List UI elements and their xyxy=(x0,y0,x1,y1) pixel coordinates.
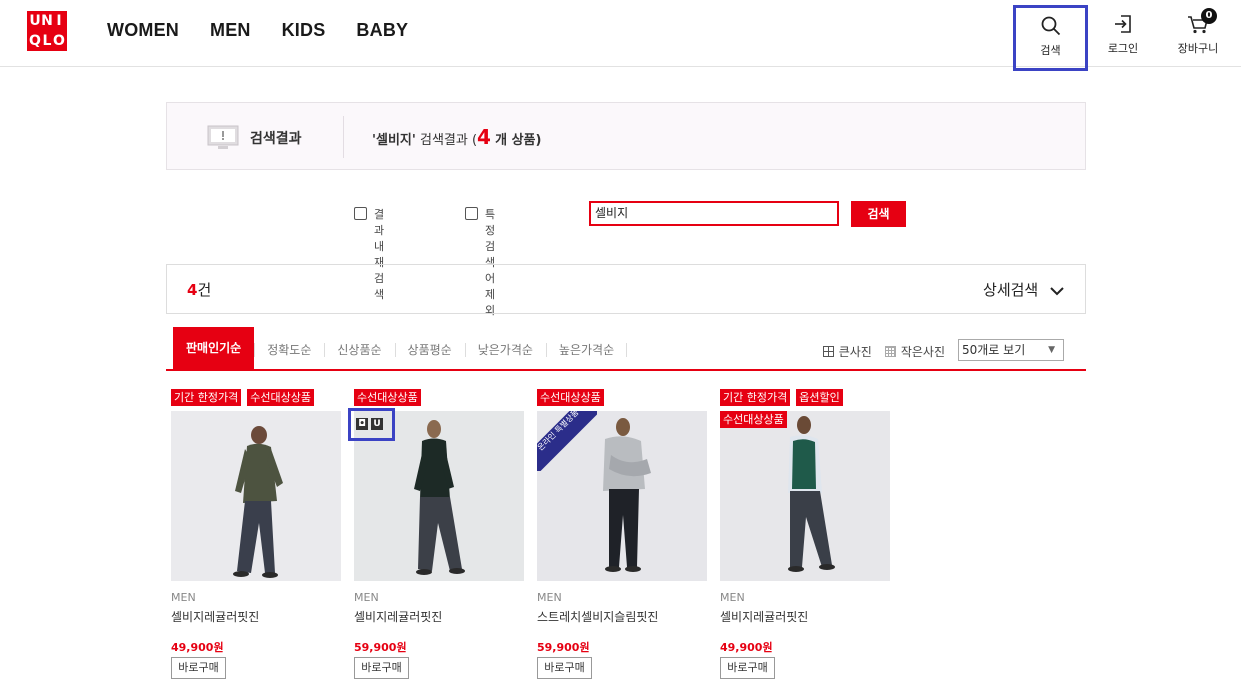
small-grid-icon xyxy=(884,345,896,357)
nav-baby[interactable]: BABY xyxy=(356,20,408,41)
product-image[interactable] xyxy=(171,411,341,581)
ribbon-text: 온라인 특별상품 xyxy=(537,411,597,471)
result-text: 검색결과 ( xyxy=(419,133,478,148)
large-view-label: 큰사진 xyxy=(838,344,872,359)
exclude-term-checkbox[interactable] xyxy=(465,207,478,220)
product-price: 59,900원 xyxy=(537,641,590,654)
chevron-down-icon: ▼ xyxy=(1048,345,1055,355)
tag-alteration: 수선대상상품 xyxy=(537,389,604,406)
u-logo-icon: ◘ xyxy=(356,418,368,430)
small-view-label: 작은사진 xyxy=(900,344,945,359)
product-tags: 수선대상상품 xyxy=(354,389,529,406)
cart-count-badge: 0 xyxy=(1201,8,1217,24)
login-icon xyxy=(1115,15,1131,33)
result-query: '셀비지' xyxy=(372,133,416,148)
product-tags: 기간 한정가격 수선대상상품 xyxy=(171,389,346,406)
product-name[interactable]: 셀비지레귤러핏진 xyxy=(171,608,259,625)
search-submit-button[interactable]: 검색 xyxy=(851,201,906,227)
product-gender: MEN xyxy=(171,591,196,604)
item-count-unit: 건 xyxy=(197,281,212,299)
product-gender: MEN xyxy=(537,591,562,604)
search-icon xyxy=(1041,16,1060,36)
logo-letter: U xyxy=(29,13,41,29)
tag-option-discount: 옵션할인 xyxy=(796,389,843,406)
tag-limited-price: 기간 한정가격 xyxy=(720,389,791,406)
sort-tab-newest[interactable]: 신상품순 xyxy=(324,331,394,369)
product-name[interactable]: 셀비지레귤러핏진 xyxy=(720,608,808,625)
login-button[interactable]: 로그인 xyxy=(1101,6,1145,64)
product-gender: MEN xyxy=(720,591,745,604)
online-exclusive-ribbon: 온라인 특별상품 xyxy=(537,411,597,471)
result-count: 4 xyxy=(477,125,491,149)
sort-tab-accuracy[interactable]: 정확도순 xyxy=(254,331,324,369)
large-grid-icon xyxy=(822,345,834,357)
model-photo xyxy=(171,411,341,581)
tag-alteration: 수선대상상품 xyxy=(354,389,421,406)
item-count: 4건 xyxy=(187,279,211,300)
banner-divider xyxy=(343,116,344,158)
product-name[interactable]: 스트레치셀비지슬림핏진 xyxy=(537,608,658,625)
sort-tab-price-high[interactable]: 높은가격순 xyxy=(545,331,628,369)
site-header: U N I Q L O WOMEN MEN KIDS BABY 검색 로그인 0 xyxy=(0,0,1241,71)
nav-kids[interactable]: KIDS xyxy=(282,20,326,41)
product-name[interactable]: 셀비지레귤러핏진 xyxy=(354,608,442,625)
cart-label: 장바구니 xyxy=(1177,42,1219,55)
logo-letter: L xyxy=(42,33,52,49)
logo-letter: N xyxy=(41,13,53,29)
search-input[interactable]: 셀비지 xyxy=(589,201,839,226)
sort-bar: 판매인기순 정확도순 신상품순 상품평순 낮은가격순 높은가격순 큰사진 작은사… xyxy=(166,327,1086,371)
nav-women[interactable]: WOMEN xyxy=(107,20,179,41)
large-view-toggle[interactable]: 큰사진 xyxy=(822,343,872,360)
search-label: 검색 xyxy=(1040,44,1061,57)
per-page-value: 50개로 보기 xyxy=(962,343,1026,357)
tag-limited-price: 기간 한정가격 xyxy=(171,389,242,406)
small-view-toggle[interactable]: 작은사진 xyxy=(884,343,945,360)
buy-now-button[interactable]: 바로구매 xyxy=(171,657,226,679)
product-price: 59,900원 xyxy=(354,641,407,654)
product-tags: 기간 한정가격 옵션할인 xyxy=(720,389,895,406)
search-within-checkbox[interactable] xyxy=(354,207,367,220)
logo-letter: Q xyxy=(29,33,41,49)
product-price: 49,900원 xyxy=(171,641,224,654)
nav-men[interactable]: MEN xyxy=(210,20,251,41)
result-count-bar: 4건 상세검색 xyxy=(166,264,1086,314)
header-search-button[interactable]: 검색 xyxy=(1013,5,1088,71)
uniqlo-u-badge: ◘ U xyxy=(348,408,395,441)
advanced-search-label: 상세검색 xyxy=(983,281,1039,299)
buy-now-button[interactable]: 바로구매 xyxy=(354,657,409,679)
u-letter-icon: U xyxy=(371,418,383,430)
product-image[interactable] xyxy=(720,411,890,581)
sort-tab-reviews[interactable]: 상품평순 xyxy=(394,331,465,369)
tag-alteration: 수선대상상품 xyxy=(247,389,314,406)
result-suffix: 개 상품) xyxy=(495,133,542,148)
sort-tab-popular[interactable]: 판매인기순 xyxy=(173,327,255,369)
product-tags: 수선대상상품 xyxy=(537,389,712,406)
result-summary: '셀비지' 검색결과 (4 개 상품) xyxy=(372,125,541,149)
main-nav: WOMEN MEN KIDS BABY xyxy=(107,20,408,41)
item-count-number: 4 xyxy=(187,281,198,299)
view-options: 큰사진 작은사진 50개로 보기 ▼ xyxy=(822,339,1064,361)
tag-alteration: 수선대상상품 xyxy=(720,411,787,428)
sort-tabs: 판매인기순 정확도순 신상품순 상품평순 낮은가격순 높은가격순 xyxy=(173,327,628,369)
buy-now-button[interactable]: 바로구매 xyxy=(537,657,592,679)
search-result-banner: 검색결과 '셀비지' 검색결과 (4 개 상품) xyxy=(166,102,1086,170)
advanced-search-toggle[interactable]: 상세검색 xyxy=(983,279,1065,300)
login-label: 로그인 xyxy=(1107,42,1139,55)
cart-button[interactable]: 0 장바구니 xyxy=(1170,6,1226,64)
model-photo xyxy=(720,411,890,581)
product-gender: MEN xyxy=(354,591,379,604)
logo-letter: I xyxy=(56,13,62,29)
buy-now-button[interactable]: 바로구매 xyxy=(720,657,775,679)
per-page-select[interactable]: 50개로 보기 ▼ xyxy=(958,339,1064,361)
sort-tab-price-low[interactable]: 낮은가격순 xyxy=(464,331,546,369)
chevron-down-icon xyxy=(1050,286,1064,295)
product-price: 49,900원 xyxy=(720,641,773,654)
product-tags-overlay: 수선대상상품 xyxy=(720,411,895,428)
banner-title: 검색결과 xyxy=(250,131,302,147)
monitor-icon xyxy=(207,125,239,149)
uniqlo-logo[interactable]: U N I Q L O xyxy=(27,11,67,51)
logo-letter: O xyxy=(53,33,65,49)
